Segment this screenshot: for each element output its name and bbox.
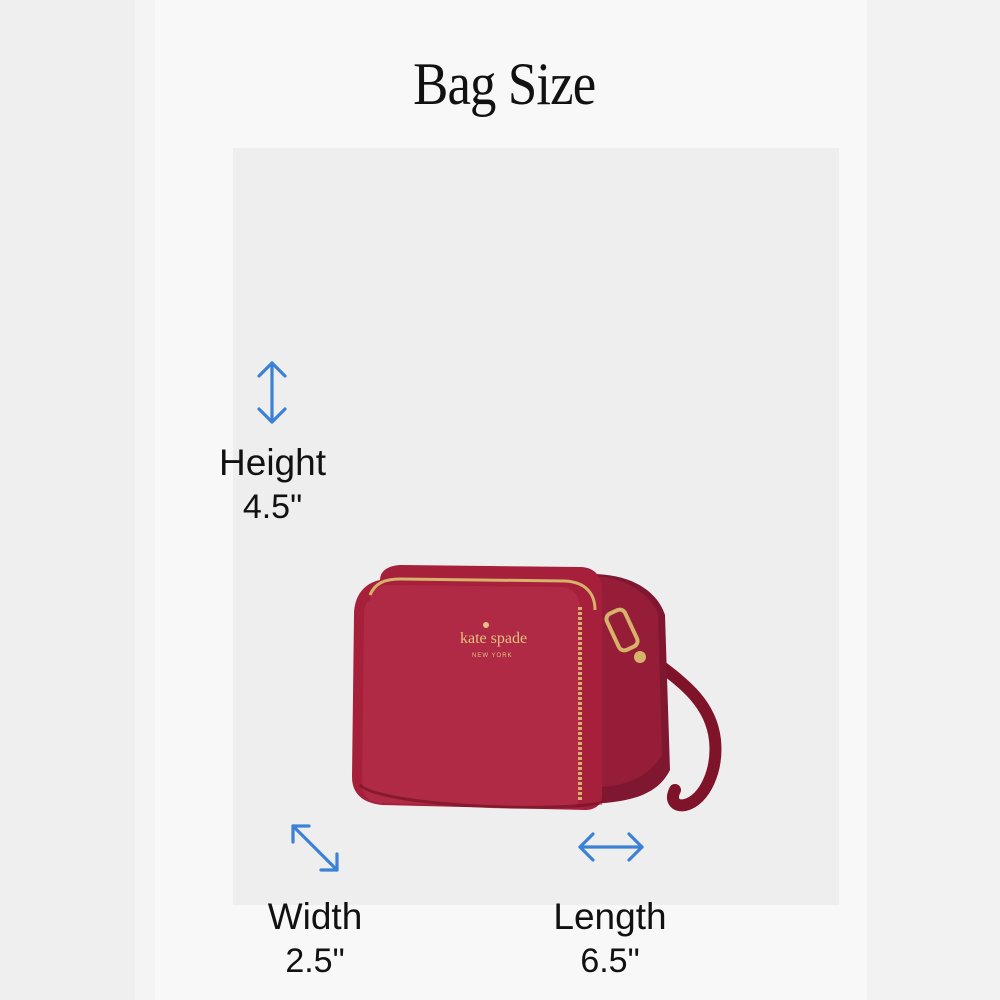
width-value: 2.5" <box>285 942 345 980</box>
brand-logo: kate spade <box>460 630 527 647</box>
height-label: Height <box>219 442 326 483</box>
left-backdrop <box>0 0 135 1000</box>
height-dimension: Height 4.5" <box>200 442 345 530</box>
length-label: Length <box>553 896 667 937</box>
page-title: Bag Size <box>413 51 596 117</box>
vertical-double-arrow-icon <box>257 361 287 424</box>
right-backdrop <box>865 0 1000 1000</box>
svg-text:NEW YORK: NEW YORK <box>472 653 513 659</box>
diagonal-double-arrow-icon <box>291 824 339 872</box>
length-dimension: Length 6.5" <box>530 896 690 984</box>
width-dimension: Width 2.5" <box>240 896 390 984</box>
width-label: Width <box>267 896 363 937</box>
crossbody-bag-image: kate spade NEW YORK <box>352 565 722 812</box>
horizontal-double-arrow-icon <box>578 832 644 862</box>
length-value: 6.5" <box>580 942 640 980</box>
height-value: 4.5" <box>242 488 303 526</box>
